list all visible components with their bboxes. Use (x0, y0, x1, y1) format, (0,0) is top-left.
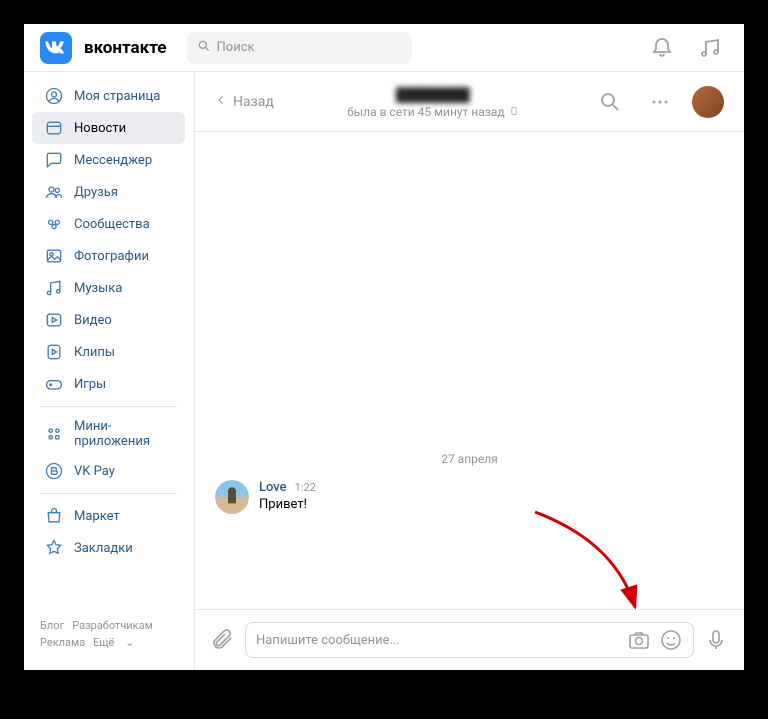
sidebar-item-label: Сообщества (74, 217, 150, 232)
chat-contact-name[interactable]: ████████ (396, 87, 470, 103)
emoji-icon[interactable] (659, 628, 683, 652)
mobile-icon (509, 105, 519, 119)
groups-icon (44, 214, 64, 234)
nav-divider (40, 493, 177, 494)
sidebar-item-profile[interactable]: Моя страница (32, 80, 185, 112)
sidebar-item-friends[interactable]: Друзья (32, 176, 185, 208)
sidebar-item-label: Моя страница (74, 89, 160, 104)
music-icon[interactable] (698, 36, 722, 60)
chat-search-icon[interactable] (598, 90, 622, 114)
search-icon (197, 39, 211, 57)
bookmark-icon (44, 538, 64, 558)
clips-icon (44, 342, 64, 362)
message-time: 1:22 (295, 481, 316, 494)
sidebar-item-vkpay[interactable]: VK Pay (32, 455, 185, 487)
sender-avatar[interactable] (215, 480, 249, 514)
more-icon[interactable] (648, 90, 672, 114)
notifications-icon[interactable] (650, 36, 674, 60)
back-label: Назад (233, 94, 274, 110)
sidebar-item-market[interactable]: Маркет (32, 500, 185, 532)
sidebar-item-label: Закладки (74, 541, 133, 556)
message-input[interactable]: Напишите сообщение... (245, 622, 694, 658)
nav-divider (40, 406, 177, 407)
sidebar-item-label: VK Pay (74, 464, 115, 479)
footer-links: Блог Разработчикам Реклама Ещё ⌄ (28, 607, 189, 662)
video-icon (44, 310, 64, 330)
games-icon (44, 374, 64, 394)
news-icon (44, 118, 64, 138)
vkpay-icon (44, 461, 64, 481)
sidebar-item-label: Маркет (74, 509, 120, 524)
date-separator: 27 апреля (195, 452, 744, 466)
search-placeholder: Поиск (217, 40, 255, 55)
music-note-icon (44, 278, 64, 298)
search-input[interactable]: Поиск (187, 32, 412, 64)
footer-developers[interactable]: Разработчикам (72, 619, 153, 632)
friends-icon (44, 182, 64, 202)
market-icon (44, 506, 64, 526)
sidebar-item-label: Клипы (74, 345, 115, 360)
photo-icon (44, 246, 64, 266)
chat-messages: 27 апреля Love 1:22 Привет! (195, 132, 744, 609)
sidebar-item-label: Игры (74, 377, 106, 392)
message-composer: Напишите сообщение... (195, 609, 744, 670)
sidebar-item-photos[interactable]: Фотографии (32, 240, 185, 272)
sidebar-item-games[interactable]: Игры (32, 368, 185, 400)
chat-status: была в сети 45 минут назад (274, 105, 592, 119)
message-sender[interactable]: Love (259, 480, 287, 495)
current-user-avatar[interactable] (692, 86, 724, 118)
sidebar-item-news[interactable]: Новости (32, 112, 185, 144)
top-header: вконтакте Поиск (24, 24, 744, 72)
sidebar-item-label: Видео (74, 313, 112, 328)
camera-icon[interactable] (627, 628, 651, 652)
message-text: Привет! (259, 497, 316, 512)
sidebar-item-label: Мессенджер (74, 153, 152, 168)
footer-ads[interactable]: Реклама (40, 636, 85, 649)
sidebar-item-video[interactable]: Видео (32, 304, 185, 336)
chat-panel: Назад ████████ была в сети 45 минут наза… (194, 72, 744, 670)
message-placeholder: Напишите сообщение... (256, 633, 619, 648)
sidebar-item-bookmarks[interactable]: Закладки (32, 532, 185, 564)
voice-icon[interactable] (704, 628, 728, 652)
chat-header: Назад ████████ была в сети 45 минут наза… (195, 72, 744, 132)
footer-blog[interactable]: Блог (40, 619, 64, 632)
sidebar-item-clips[interactable]: Клипы (32, 336, 185, 368)
sidebar-item-label: Новости (74, 121, 126, 136)
sidebar-item-label: Друзья (74, 185, 118, 200)
miniapps-icon (44, 424, 64, 444)
brand-name: вконтакте (84, 38, 167, 58)
back-button[interactable]: Назад (215, 94, 274, 110)
sidebar: Моя страница Новости Мессенджер Друзья С… (24, 72, 194, 670)
sidebar-item-groups[interactable]: Сообщества (32, 208, 185, 240)
sidebar-item-label: Мини-приложения (74, 419, 173, 449)
vk-logo[interactable] (40, 32, 72, 64)
sidebar-item-miniapps[interactable]: Мини-приложения (32, 413, 185, 455)
annotation-arrow (525, 502, 655, 609)
chevron-down-icon: ⌄ (125, 636, 134, 649)
attach-icon[interactable] (211, 628, 235, 652)
chevron-left-icon (215, 94, 227, 110)
footer-more[interactable]: Ещё ⌄ (93, 636, 142, 649)
user-icon (44, 86, 64, 106)
sidebar-item-label: Фотографии (74, 249, 149, 264)
message-row: Love 1:22 Привет! (195, 476, 744, 518)
sidebar-item-messenger[interactable]: Мессенджер (32, 144, 185, 176)
sidebar-item-label: Музыка (74, 281, 122, 296)
chat-icon (44, 150, 64, 170)
sidebar-item-music[interactable]: Музыка (32, 272, 185, 304)
